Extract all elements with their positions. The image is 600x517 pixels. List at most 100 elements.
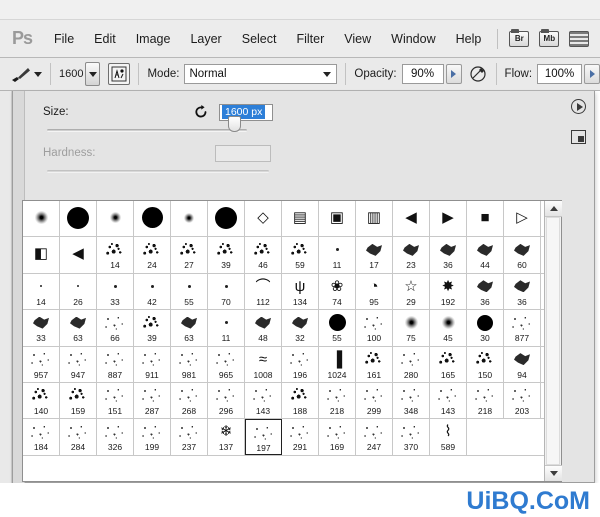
brush-preset-item[interactable]: 280 bbox=[393, 346, 430, 382]
brush-preset-item[interactable]: 24 bbox=[134, 237, 171, 273]
brush-preset-item[interactable]: 63 bbox=[60, 310, 97, 346]
brush-preset-item[interactable] bbox=[134, 201, 171, 237]
brush-preset-item[interactable]: 36 bbox=[430, 237, 467, 273]
brush-preset-item[interactable]: 27 bbox=[171, 237, 208, 273]
brush-preset-item[interactable]: 44 bbox=[467, 237, 504, 273]
brush-preset-item[interactable]: 203 bbox=[504, 382, 541, 419]
brush-preset-item[interactable]: ◀ bbox=[60, 237, 97, 273]
brush-preset-item[interactable]: 287 bbox=[134, 382, 171, 419]
menu-item-filter[interactable]: Filter bbox=[286, 20, 334, 58]
menu-item-edit[interactable]: Edit bbox=[84, 20, 126, 58]
brush-preset-item[interactable]: ▶ bbox=[430, 201, 467, 237]
scroll-up-button[interactable] bbox=[545, 201, 562, 217]
brush-preset-item[interactable]: ▤ bbox=[282, 201, 319, 237]
brush-preset-item[interactable]: ◔ 95 bbox=[356, 273, 393, 310]
brush-preset-item[interactable]: 46 bbox=[245, 237, 282, 273]
brush-preset-item[interactable]: 188 bbox=[282, 382, 319, 419]
brush-preset-item[interactable]: 268 bbox=[171, 382, 208, 419]
brush-preset-item[interactable]: ◧ bbox=[23, 237, 60, 273]
brush-preset-item[interactable]: 161 bbox=[356, 346, 393, 382]
brush-preset-item[interactable]: 75 bbox=[393, 310, 430, 346]
brush-preset-item[interactable]: 26 bbox=[60, 273, 97, 310]
brush-preset-item[interactable]: 45 bbox=[430, 310, 467, 346]
brush-tool-icon[interactable] bbox=[8, 63, 34, 85]
opacity-stepper[interactable] bbox=[445, 64, 462, 84]
brush-preset-item[interactable] bbox=[208, 201, 245, 237]
flow-input[interactable]: 100% bbox=[537, 64, 583, 84]
brush-preset-item[interactable]: 140 bbox=[23, 382, 60, 419]
brush-preset-item[interactable]: 957 bbox=[23, 346, 60, 382]
brush-preset-item[interactable]: 911 bbox=[134, 346, 171, 382]
brush-preset-item[interactable]: 14 bbox=[97, 237, 134, 273]
brush-preset-item[interactable]: 877 bbox=[504, 310, 541, 346]
brush-preset-item[interactable]: 143 bbox=[430, 382, 467, 419]
brush-preset-item[interactable]: 39 bbox=[134, 310, 171, 346]
brush-preset-item[interactable]: 197 bbox=[245, 419, 282, 455]
menu-item-file[interactable]: File bbox=[44, 20, 84, 58]
brush-preset-item[interactable]: 36 bbox=[467, 273, 504, 310]
brush-preset-item[interactable]: ▐ 1024 bbox=[319, 346, 356, 382]
brush-preset-item[interactable]: 150 bbox=[467, 346, 504, 382]
brush-preset-item[interactable]: 39 bbox=[208, 237, 245, 273]
brush-preset-item[interactable]: 11 bbox=[208, 310, 245, 346]
mini-bridge-button[interactable]: Mb bbox=[539, 28, 560, 47]
scrollbar-thumb[interactable] bbox=[546, 217, 560, 465]
arrange-documents-button[interactable] bbox=[569, 30, 590, 47]
brush-preset-item[interactable]: 199 bbox=[134, 419, 171, 455]
brush-preset-item[interactable]: 348 bbox=[393, 382, 430, 419]
brush-preset-item[interactable]: 296 bbox=[208, 382, 245, 419]
menu-item-help[interactable]: Help bbox=[446, 20, 492, 58]
panel-menu-icon[interactable] bbox=[571, 99, 586, 114]
brush-preset-item[interactable]: 32 bbox=[282, 310, 319, 346]
new-brush-preset-icon[interactable] bbox=[571, 130, 586, 144]
brush-preset-item[interactable]: 63 bbox=[171, 310, 208, 346]
brush-preset-item[interactable]: ▣ bbox=[319, 201, 356, 237]
brush-preset-item[interactable]: ✸ 192 bbox=[430, 273, 467, 310]
brush-preset-item[interactable]: 143 bbox=[245, 382, 282, 419]
brush-preset-item[interactable]: 59 bbox=[282, 237, 319, 273]
brush-preset-item[interactable]: 55 bbox=[319, 310, 356, 346]
brush-preset-item[interactable] bbox=[23, 201, 60, 237]
brush-preset-item[interactable]: 23 bbox=[393, 237, 430, 273]
menu-item-window[interactable]: Window bbox=[381, 20, 445, 58]
brush-preset-item[interactable]: ◇ bbox=[245, 201, 282, 237]
brush-preset-item[interactable]: ☆ 29 bbox=[393, 273, 430, 310]
brush-preset-item[interactable]: 30 bbox=[467, 310, 504, 346]
brush-preset-item[interactable]: 196 bbox=[282, 346, 319, 382]
brush-preset-item[interactable]: ⌇ 589 bbox=[430, 419, 467, 455]
brush-preset-item[interactable]: 169 bbox=[319, 419, 356, 455]
brush-list-scrollbar[interactable] bbox=[544, 201, 562, 481]
brush-preset-item[interactable]: 184 bbox=[23, 419, 60, 455]
reset-brush-icon[interactable] bbox=[193, 104, 209, 120]
bridge-button[interactable]: Br bbox=[509, 28, 530, 47]
brush-preset-item[interactable]: 151 bbox=[97, 382, 134, 419]
brush-preset-item[interactable]: 60 bbox=[504, 237, 541, 273]
brush-preset-item[interactable]: 291 bbox=[282, 419, 319, 455]
brush-preset-item[interactable] bbox=[97, 201, 134, 237]
brush-preset-item[interactable]: 42 bbox=[134, 273, 171, 310]
brush-preset-item[interactable] bbox=[60, 201, 97, 237]
brush-preset-item[interactable]: 48 bbox=[245, 310, 282, 346]
brush-preset-item[interactable]: ❄ 137 bbox=[208, 419, 245, 455]
scroll-down-button[interactable] bbox=[545, 465, 562, 481]
brush-preset-item[interactable]: ⌒ 112 bbox=[245, 273, 282, 310]
flow-stepper[interactable] bbox=[584, 64, 600, 84]
opacity-input[interactable]: 90% bbox=[401, 64, 444, 84]
brush-preset-item[interactable]: ❀ 74 bbox=[319, 273, 356, 310]
size-slider-handle[interactable] bbox=[228, 116, 241, 132]
menu-item-view[interactable]: View bbox=[334, 20, 381, 58]
blend-mode-select[interactable]: Normal bbox=[184, 64, 338, 84]
brush-preset-item[interactable]: ψ 134 bbox=[282, 273, 319, 310]
brush-preset-item[interactable]: 326 bbox=[97, 419, 134, 455]
menu-item-image[interactable]: Image bbox=[126, 20, 181, 58]
brush-preset-item[interactable]: ■ bbox=[467, 201, 504, 237]
brush-preset-item[interactable]: ▷ bbox=[504, 201, 541, 237]
size-slider[interactable] bbox=[25, 116, 247, 132]
brush-size-dropdown[interactable] bbox=[85, 62, 101, 86]
brush-preset-item[interactable]: 17 bbox=[356, 237, 393, 273]
brush-preset-item[interactable]: 887 bbox=[97, 346, 134, 382]
brush-preset-item[interactable]: 94 bbox=[504, 346, 541, 382]
brush-preset-item[interactable]: 370 bbox=[393, 419, 430, 455]
brush-preset-item[interactable]: 100 bbox=[356, 310, 393, 346]
brush-preset-item[interactable]: 284 bbox=[60, 419, 97, 455]
